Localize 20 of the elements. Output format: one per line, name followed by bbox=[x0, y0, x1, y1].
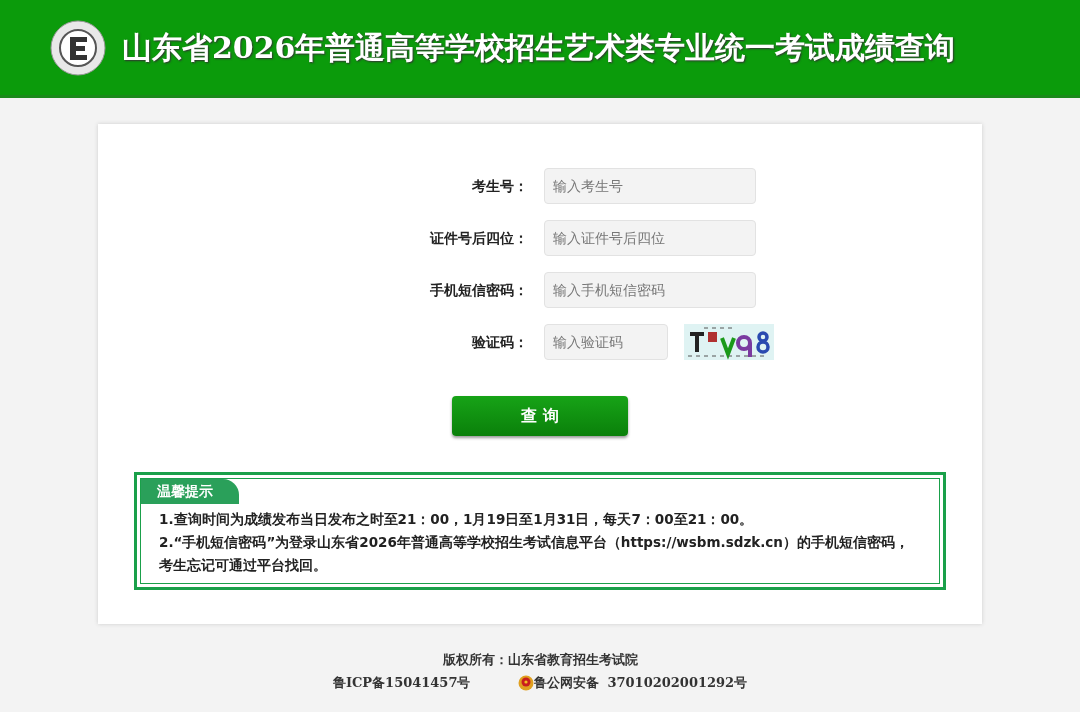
field-label: 手机短信密码： bbox=[429, 280, 528, 300]
captcha-image[interactable] bbox=[684, 324, 774, 360]
field-label: 验证码： bbox=[471, 332, 528, 352]
police-badge-icon bbox=[518, 674, 535, 691]
police-record-number: 37010202001292号 bbox=[607, 674, 748, 692]
input-field[interactable]: 输入手机短信密码 bbox=[544, 272, 756, 308]
input-field[interactable]: 输入验证码 bbox=[544, 324, 668, 360]
logo-icon bbox=[50, 19, 106, 76]
field-label: 考生号： bbox=[471, 176, 528, 196]
copyright-text: 版权所有：山东省教育招生考试院 bbox=[442, 652, 638, 667]
icp-link[interactable]: 鲁ICP备15041457号 bbox=[332, 671, 471, 694]
police-record-link[interactable]: 鲁公网安备 bbox=[534, 671, 600, 694]
notice-title: 温馨提示 bbox=[141, 479, 239, 504]
query-button[interactable]: 查 询 bbox=[452, 396, 628, 436]
notice-text: 2.“手机短信密码”为登录山东省2026年普通高等学校招生考试信息平台（https://wsbm.sdzk.cn）的手机短信密码，考生忘记可通过平台找回。 bbox=[158, 533, 910, 575]
input-field[interactable]: 输入证件号后四位 bbox=[544, 220, 756, 256]
page-title: 山东省2026年普通高等学校招生艺术类专业统一考试成绩查询 bbox=[122, 29, 956, 67]
field-label: 证件号后四位： bbox=[429, 228, 528, 248]
input-field[interactable]: 输入考生号 bbox=[544, 168, 756, 204]
notice-text: 1.查询时间为成绩发布当日发布之时至21：00，1月19日至1月31日，每天7：00至21：00。 bbox=[158, 510, 755, 529]
